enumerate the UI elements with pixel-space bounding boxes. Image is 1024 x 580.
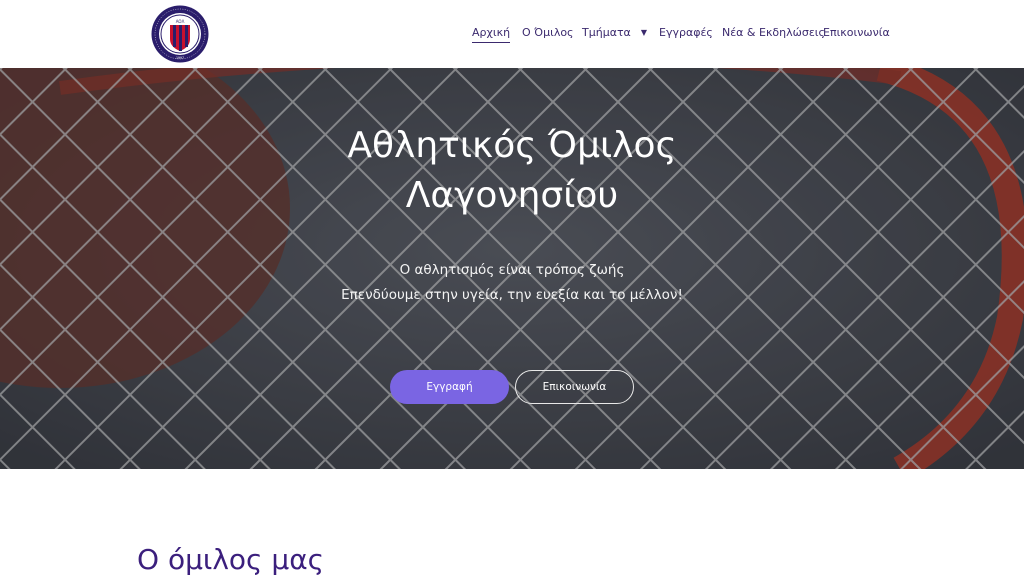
site-header: ΑΟΛ 1997 Αρχική Ο Όμιλος Τμήματα ▼ Εγγραφ… xyxy=(0,0,1024,69)
hero-title: Αθλητικός Όμιλος Λαγονησίου xyxy=(0,121,1024,221)
hero-subtitle-line-1: Ο αθλητισμός είναι τρόπος ζωής xyxy=(399,262,625,278)
nav-item-home[interactable]: Αρχική xyxy=(472,26,511,43)
nav-item-contact[interactable]: Επικοινωνία xyxy=(823,26,890,40)
nav-item-club[interactable]: Ο Όμιλος xyxy=(522,26,574,40)
nav-item-registrations[interactable]: Εγγραφές xyxy=(659,26,713,40)
contact-button[interactable]: Επικοινωνία xyxy=(515,370,634,404)
hero-section: Αθλητικός Όμιλος Λαγονησίου Ο αθλητισμός… xyxy=(0,68,1024,469)
main-navigation: Αρχική Ο Όμιλος Τμήματα ▼ Εγγραφές Νέα & … xyxy=(0,0,1024,68)
hero-title-line-1: Αθλητικός Όμιλος xyxy=(347,125,677,166)
hero-subtitle-line-2: Επενδύουμε στην υγεία, την ευεξία και το… xyxy=(341,287,683,303)
nav-item-news-events[interactable]: Νέα & Εκδηλώσεις xyxy=(722,26,825,40)
register-button[interactable]: Εγγραφή xyxy=(390,370,509,404)
nav-item-departments-label: Τμήματα xyxy=(582,26,631,39)
section-title-about: Ο όμιλος μας xyxy=(137,543,325,576)
caret-down-icon: ▼ xyxy=(640,28,647,37)
hero-subtitle: Ο αθλητισμός είναι τρόπος ζωής Επενδύουμ… xyxy=(0,258,1024,308)
hero-title-line-2: Λαγονησίου xyxy=(405,175,619,216)
nav-item-departments[interactable]: Τμήματα ▼ xyxy=(582,26,647,40)
